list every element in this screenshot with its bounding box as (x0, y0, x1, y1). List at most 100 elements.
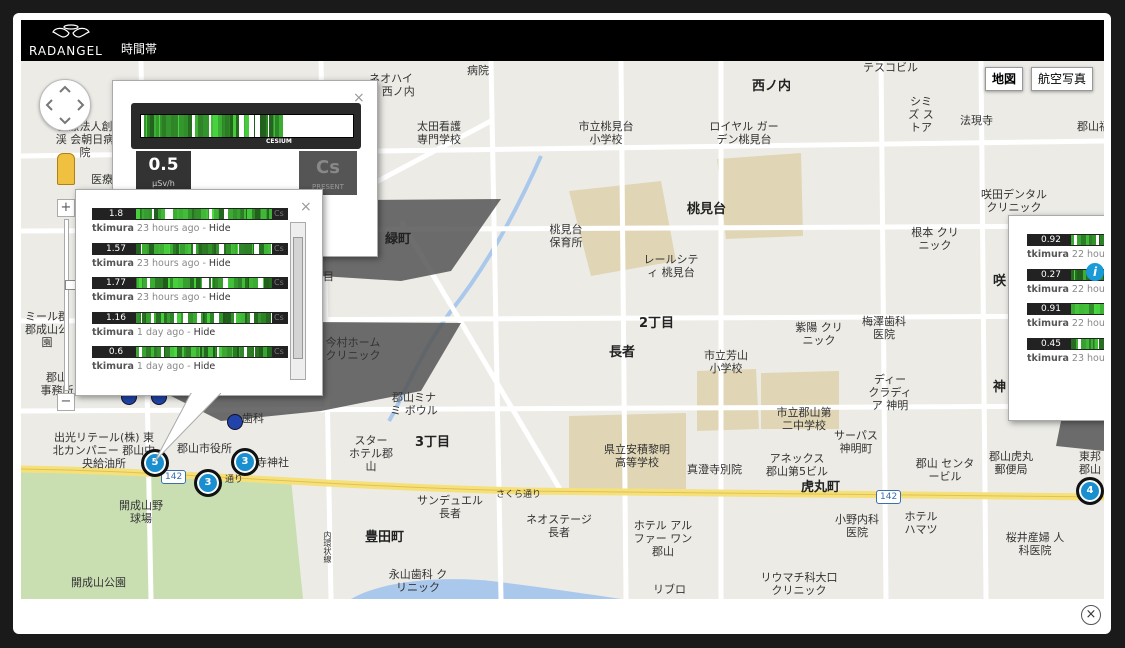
place-label: 永山歯科 クリニック (388, 568, 448, 594)
radiation-plume (1056, 416, 1104, 451)
reading-value: 0.6 (108, 347, 124, 358)
meta-separator: - (184, 326, 194, 338)
reading-strip (136, 209, 272, 219)
reading-user: tkimura (1027, 249, 1069, 260)
cesium-tag: Cs (274, 209, 284, 218)
reading-age: 1 day ago (136, 326, 185, 338)
place-label: 桃見台 保育所 (549, 223, 583, 249)
reading-entry: 1.8 Cs tkimura 23 hours ago - Hide (92, 208, 292, 242)
place-label: 今村ホーム クリニック (325, 336, 381, 362)
reading-value: 0.27 (1040, 269, 1062, 280)
reading-strip (136, 243, 272, 254)
zoom-slider-track[interactable] (64, 219, 83, 391)
cesium-tag: Cs (274, 278, 284, 288)
zoom-in-button[interactable]: + (57, 199, 75, 217)
readings-list-window-right: 0.92 tkimura 22 hours 0.27 tkimura 22 hours… (1008, 215, 1104, 421)
place-label: 根本 クリニック (911, 226, 959, 252)
satellite-type-button[interactable]: 航空写真 (1031, 67, 1094, 91)
place-label: 真澄寺別院 (687, 463, 742, 476)
reading-bar: 0.92 (1027, 234, 1104, 246)
place-label: サンデュエル 長者 (417, 494, 483, 520)
place-label: 紫陽 クリニック (795, 321, 843, 347)
hide-link[interactable]: Hide (209, 223, 231, 234)
reading-meta: tkimura 23 hours ago - Hide (92, 292, 231, 303)
reading-meta: tkimura 22 hours (1027, 284, 1104, 295)
reading-user: tkimura (92, 326, 134, 338)
hide-link[interactable]: Hide (194, 361, 216, 372)
street-view-pegman-icon[interactable] (57, 153, 75, 185)
reading-meta: tkimura 1 day ago - Hide (92, 361, 215, 372)
cluster-marker[interactable]: 3 (231, 448, 259, 476)
reading-meta: tkimura 22 hours (1027, 249, 1104, 260)
place-label: ホテル アルファー ワン郡山 (633, 519, 693, 558)
place-label: 開成山公園 (71, 576, 126, 589)
reading-strip (136, 278, 272, 289)
reading-entry: 1.16 Cs tkimura 1 day ago - Hide (92, 311, 292, 346)
dose-unit: μSv/h (152, 179, 175, 188)
header-bar: RADANGEL 時間帯 (21, 20, 1104, 61)
route-shield: 142 (876, 490, 902, 504)
reading-age: 23 hours ago (136, 257, 200, 269)
cluster-marker[interactable]: 4 (1076, 477, 1104, 505)
scrollbar-thumb[interactable] (293, 237, 303, 359)
zoom-out-button[interactable]: − (57, 393, 75, 411)
close-icon[interactable]: × (300, 200, 312, 214)
cluster-marker[interactable]: 3 (194, 469, 222, 497)
place-label: リウマチ科大口 クリニック (760, 571, 838, 597)
map-type-button[interactable]: 地図 (985, 67, 1024, 91)
place-label: 歯科 (242, 412, 264, 425)
place-label: リブロ (653, 583, 686, 596)
place-label: 緑町 (385, 232, 412, 247)
reading-entry: 1.77 Cs tkimura 23 hours ago - Hide (92, 277, 292, 311)
reading-age: 23 hours ago (136, 223, 200, 234)
reading-user: tkimura (92, 257, 134, 269)
reading-bar: 1.16 Cs (92, 311, 288, 324)
reading-entry: 0.6 Cs tkimura 1 day ago - Hide (92, 346, 292, 380)
gauge-stripe (271, 243, 272, 254)
place-label: 郡山虎丸 郵便局 (989, 450, 1033, 476)
reading-strip (1071, 338, 1104, 349)
place-label: ネオステージ 長者 (526, 513, 592, 539)
cesium-symbol: Cs (316, 157, 340, 178)
place-label: 小野内科 医院 (835, 513, 879, 539)
reading-user: tkimura (1027, 318, 1069, 330)
gauge-stripe (269, 278, 272, 289)
radangel-logo: RADANGEL (29, 24, 109, 58)
gauge-strip (140, 114, 354, 138)
place-label: 東邦 郡山 (1079, 450, 1101, 476)
place-label: レールシティ 桃見台 (643, 253, 699, 279)
road-label: さくら通り (496, 490, 542, 500)
place-label: 市立芳山 小学校 (704, 349, 748, 375)
hide-link[interactable]: Hide (209, 258, 231, 269)
hide-link[interactable]: Hide (194, 327, 216, 338)
reading-strip (1071, 304, 1104, 315)
place-label: 市立郡山第 二中学校 (776, 406, 832, 432)
reading-value: 1.16 (105, 312, 127, 323)
list-scrollbar[interactable] (290, 222, 306, 380)
reading-bar: 0.6 Cs (92, 346, 288, 359)
info-icon[interactable]: i (1086, 263, 1104, 281)
header-tagline: 時間帯 (121, 42, 158, 56)
pan-arrows-icon (45, 85, 85, 125)
reading-age: 22 hours (1071, 318, 1104, 330)
place-label: 3丁目 (415, 435, 451, 450)
reading-marker[interactable] (227, 414, 243, 430)
zoom-control: + − (57, 199, 83, 411)
meta-separator: - (199, 257, 209, 269)
pan-control[interactable] (39, 79, 91, 131)
reading-entry: 0.45 tkimura 23 hours (1027, 337, 1104, 372)
school-yard (697, 369, 759, 431)
map-canvas[interactable]: 西ノ内 テスコビル ネオハイツ 西ノ内 病院 太田看護 専門学校 市立桃見台 小… (21, 61, 1104, 599)
place-label: 寺神社 (256, 456, 289, 469)
place-label: ホテル ハマツ (904, 510, 938, 536)
hide-link[interactable]: Hide (209, 292, 231, 303)
place-label: 桃見台 (687, 202, 727, 217)
place-label: 長者 (609, 345, 636, 360)
reading-entry: 1.57 Cs tkimura 23 hours ago - Hide (92, 242, 292, 277)
reading-bar: 0.45 (1027, 337, 1104, 350)
reading-age: 22 hours (1071, 283, 1104, 295)
place-label: アネックス 郡山第5ビル (766, 452, 828, 478)
lightbox-close-button[interactable]: × (1081, 605, 1101, 625)
place-label: シミズ ストア (908, 95, 934, 134)
place-label: 市立桃見台 小学校 (578, 120, 634, 146)
